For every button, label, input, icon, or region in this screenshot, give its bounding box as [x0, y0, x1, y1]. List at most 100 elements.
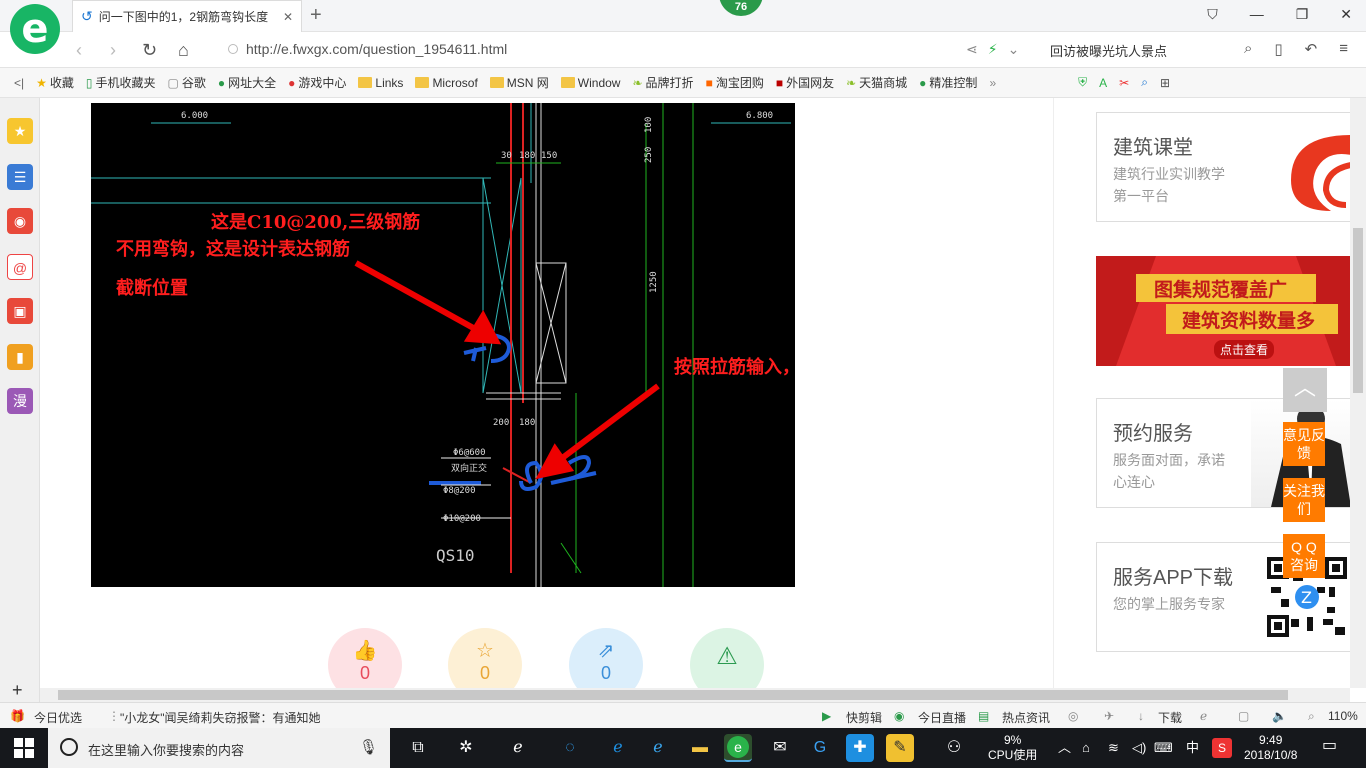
- volume-icon[interactable]: 🔈: [1272, 709, 1287, 723]
- undo-icon[interactable]: ↶: [1305, 40, 1318, 58]
- clock[interactable]: 9:49 2018/10/8: [1244, 733, 1297, 763]
- hot-news[interactable]: 热点资讯: [1002, 709, 1050, 726]
- network-tray-icon[interactable]: ⌂: [1082, 740, 1090, 755]
- report-button[interactable]: ⚠: [690, 628, 764, 688]
- dropdown-icon[interactable]: ⌄: [1008, 41, 1020, 58]
- vertical-scroll-thumb[interactable]: [1353, 228, 1363, 393]
- cpu-meter[interactable]: 9% CPU使用: [988, 733, 1037, 763]
- shield-icon[interactable]: ⛨: [1078, 75, 1087, 90]
- browser-logo-icon[interactable]: e: [10, 4, 60, 54]
- like-button[interactable]: 👍 0: [328, 628, 402, 688]
- follow-button[interactable]: 关注我们: [1283, 478, 1325, 522]
- bookmark-msn[interactable]: MSN 网: [489, 74, 549, 91]
- tab-question[interactable]: ↺ 问一下图中的1，2钢筋弯钩长度 ✕: [72, 0, 302, 32]
- horizontal-scroll-thumb[interactable]: [58, 690, 1288, 700]
- favorite-button[interactable]: ☆ 0: [448, 628, 522, 688]
- windows-start-icon[interactable]: [14, 738, 34, 758]
- sogou-icon[interactable]: S: [1212, 738, 1232, 758]
- bookmark-favorites[interactable]: ★ 收藏: [36, 74, 74, 91]
- bookmark-game[interactable]: ● 游戏中心: [288, 74, 346, 91]
- news-icon[interactable]: ☰: [7, 164, 33, 190]
- task-view-icon[interactable]: ⧉: [404, 734, 432, 762]
- home-icon[interactable]: ⌂: [178, 40, 189, 61]
- window-mode-icon[interactable]: ▢: [1238, 709, 1249, 723]
- bookmark-brand[interactable]: ❧ 品牌打折: [632, 74, 693, 91]
- close-window-icon[interactable]: ✕: [1340, 6, 1352, 23]
- notification-badge[interactable]: 76: [719, 0, 763, 16]
- search-icon[interactable]: ⌕: [1244, 40, 1252, 58]
- notes-app-icon[interactable]: ✎: [886, 734, 914, 762]
- keyboard-icon[interactable]: ⌨: [1154, 740, 1173, 755]
- lightning-icon[interactable]: ⚡: [988, 41, 998, 58]
- restore-icon[interactable]: ❐: [1296, 6, 1309, 23]
- mail-icon[interactable]: @: [7, 254, 33, 280]
- microphone-icon[interactable]: 🎙: [359, 738, 378, 756]
- g-app-icon[interactable]: G: [806, 734, 834, 762]
- bookmark-windows[interactable]: Window: [560, 76, 620, 90]
- bookmark-foreign[interactable]: ■ 外国网友: [776, 74, 834, 91]
- phone-icon[interactable]: ▯: [1274, 40, 1282, 58]
- bookmark-google[interactable]: ▢ 谷歌: [168, 74, 206, 91]
- share-icon[interactable]: ⋖: [966, 41, 978, 58]
- manga-icon[interactable]: 漫: [7, 388, 33, 414]
- bookmark-hao[interactable]: ● 网址大全: [218, 74, 276, 91]
- add-sidebar-icon[interactable]: +: [12, 680, 23, 701]
- bookmark-tmall[interactable]: ❧ 天猫商城: [846, 74, 907, 91]
- favorites-star-icon[interactable]: ★: [7, 118, 33, 144]
- back-icon[interactable]: ‹: [76, 40, 82, 61]
- refresh-icon[interactable]: ↻: [142, 40, 157, 61]
- file-explorer-icon[interactable]: ▬: [686, 734, 714, 762]
- share-button[interactable]: ⇗ 0: [569, 628, 643, 688]
- scissors-icon[interactable]: ✂: [1119, 76, 1129, 90]
- menu-icon[interactable]: ≡: [1339, 40, 1348, 58]
- gamepad-icon[interactable]: ▣: [7, 298, 33, 324]
- speaker-icon[interactable]: ◁): [1132, 740, 1146, 755]
- plus-app-icon[interactable]: ✚: [846, 734, 874, 762]
- atlas-banner[interactable]: 图集规范覆盖广 建筑资料数量多 点击查看: [1096, 256, 1350, 366]
- speed-icon[interactable]: ◎: [1068, 709, 1078, 723]
- weibo-icon[interactable]: ◉: [7, 208, 33, 234]
- browser-status-icon[interactable]: ℯ: [1200, 709, 1207, 723]
- edge-icon[interactable]: ℯ: [604, 734, 632, 762]
- vertical-scrollbar[interactable]: [1350, 98, 1366, 688]
- ie-e-icon[interactable]: ℯ: [504, 734, 532, 762]
- novel-icon[interactable]: ▮: [7, 344, 33, 370]
- bookmark-microsoft[interactable]: Microsof: [415, 76, 478, 90]
- collapse-sidebar-icon[interactable]: <|: [14, 76, 24, 90]
- today-picks[interactable]: 今日优选: [34, 709, 82, 726]
- minimize-icon[interactable]: —: [1250, 6, 1264, 23]
- apps-icon[interactable]: ⊞: [1160, 76, 1170, 90]
- bookmark-mobile[interactable]: ▯ 手机收藏夹: [86, 74, 156, 91]
- swirl-app-icon[interactable]: ◌: [556, 734, 584, 762]
- zoom-icon[interactable]: ⌕: [1141, 75, 1148, 90]
- bookmark-precise[interactable]: ● 精准控制: [919, 74, 977, 91]
- back-to-top-icon[interactable]: ︿: [1283, 368, 1327, 412]
- wifi-icon[interactable]: ≋: [1108, 740, 1119, 755]
- news-ticker[interactable]: "小龙女"闻吴绮莉失窃报警：有通知她: [120, 709, 321, 726]
- pin-icon[interactable]: ✈: [1104, 709, 1114, 723]
- tray-expand-icon[interactable]: ︿: [1058, 740, 1071, 755]
- taskbar-search[interactable]: 在这里输入你要搜索的内容 🎙: [48, 728, 390, 768]
- 360-browser-icon[interactable]: e: [724, 734, 752, 762]
- shirt-skin-icon[interactable]: ⛉: [1207, 6, 1218, 23]
- horizontal-scrollbar[interactable]: [40, 688, 1350, 702]
- internet-explorer-icon[interactable]: ℯ: [644, 734, 672, 762]
- bookmark-links[interactable]: Links: [358, 76, 403, 90]
- mail-app-icon[interactable]: ✉: [766, 734, 794, 762]
- ime-indicator[interactable]: 中: [1186, 740, 1199, 755]
- url-field[interactable]: http://e.fwxgx.com/question_1954611.html: [228, 41, 507, 57]
- new-tab-icon[interactable]: +: [310, 4, 322, 27]
- card-building-class[interactable]: 建筑课堂 建筑行业实训教学第一平台: [1096, 112, 1350, 222]
- forward-icon[interactable]: ›: [110, 40, 116, 61]
- tab-close-icon[interactable]: ✕: [283, 10, 293, 24]
- banner-cta[interactable]: 点击查看: [1214, 340, 1275, 359]
- hot-search[interactable]: 回访被曝光坑人景点: [1050, 41, 1167, 60]
- feedback-button[interactable]: 意见反馈: [1283, 422, 1325, 466]
- translate-icon[interactable]: A: [1099, 76, 1107, 90]
- quick-clip[interactable]: 快剪辑: [846, 709, 882, 726]
- pinwheel-icon[interactable]: ✲: [452, 734, 480, 762]
- people-icon[interactable]: ⚇: [940, 734, 968, 762]
- zoom-level[interactable]: 110%: [1328, 709, 1358, 723]
- bookmark-taobao[interactable]: ■ 淘宝团购: [706, 74, 764, 91]
- action-center-icon[interactable]: ▭: [1322, 738, 1337, 754]
